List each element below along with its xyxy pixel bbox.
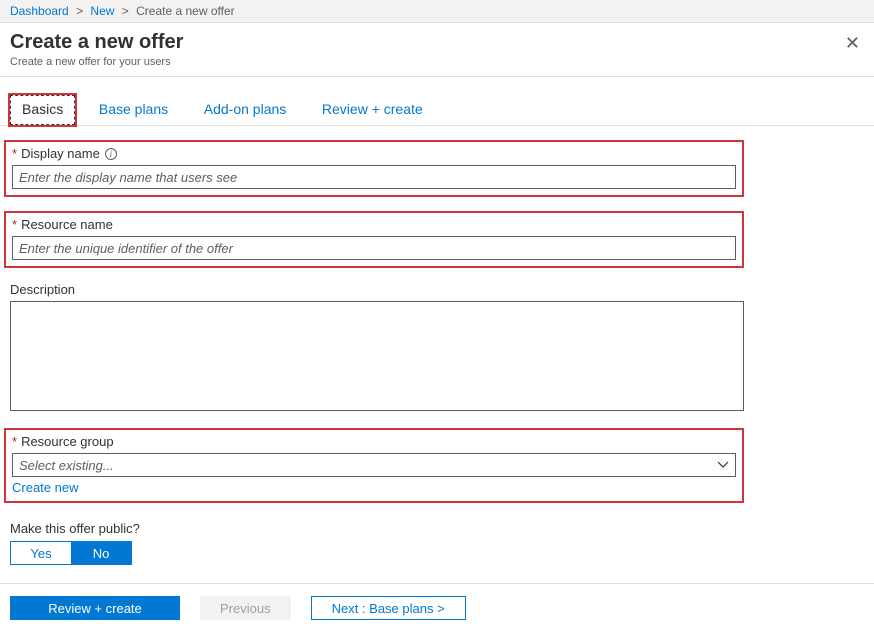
info-icon[interactable]: i — [105, 148, 117, 160]
previous-button: Previous — [200, 596, 291, 620]
breadcrumb-item-dashboard[interactable]: Dashboard — [10, 4, 69, 18]
toggle-yes[interactable]: Yes — [11, 542, 71, 564]
page-header: Create a new offer Create a new offer fo… — [0, 23, 874, 77]
public-toggle: Yes No — [10, 541, 132, 565]
page-title: Create a new offer — [10, 31, 864, 54]
tab-addon-plans[interactable]: Add-on plans — [192, 95, 299, 125]
page-subtitle: Create a new offer for your users — [10, 56, 864, 68]
create-new-link[interactable]: Create new — [12, 480, 78, 495]
resource-group-label: * Resource group — [12, 434, 736, 449]
close-button[interactable]: ✕ — [845, 33, 860, 54]
required-indicator: * — [12, 217, 17, 232]
review-create-button[interactable]: Review + create — [10, 596, 180, 620]
tab-basics[interactable]: Basics — [10, 95, 75, 125]
make-public-label: Make this offer public? — [10, 521, 864, 536]
display-name-label: * Display name i — [12, 146, 736, 161]
close-icon: ✕ — [845, 33, 860, 53]
display-name-input[interactable] — [12, 165, 736, 189]
tab-base-plans[interactable]: Base plans — [87, 95, 180, 125]
tab-review-create[interactable]: Review + create — [310, 95, 435, 125]
footer-actions: Review + create Previous Next : Base pla… — [0, 583, 874, 632]
next-button[interactable]: Next : Base plans > — [311, 596, 466, 620]
chevron-down-icon — [717, 458, 729, 472]
description-label: Description — [10, 282, 744, 297]
field-description: Description — [10, 282, 744, 414]
breadcrumb-current: Create a new offer — [136, 4, 235, 18]
breadcrumb: Dashboard > New > Create a new offer — [0, 0, 874, 23]
resource-name-label: * Resource name — [12, 217, 736, 232]
field-resource-name: * Resource name — [4, 211, 744, 268]
description-input[interactable] — [10, 301, 744, 411]
field-make-public: Make this offer public? Yes No — [10, 521, 864, 565]
form-basics: * Display name i * Resource name Descrip… — [0, 126, 874, 575]
toggle-no[interactable]: No — [71, 542, 131, 564]
field-resource-group: * Resource group Select existing... Crea… — [4, 428, 744, 503]
tab-bar: Basics Base plans Add-on plans Review + … — [0, 77, 874, 126]
required-indicator: * — [12, 434, 17, 449]
chevron-right-icon: > — [76, 4, 83, 18]
resource-name-input[interactable] — [12, 236, 736, 260]
breadcrumb-item-new[interactable]: New — [90, 4, 114, 18]
field-display-name: * Display name i — [4, 140, 744, 197]
resource-group-placeholder: Select existing... — [19, 458, 114, 473]
resource-group-select[interactable]: Select existing... — [12, 453, 736, 477]
required-indicator: * — [12, 146, 17, 161]
chevron-right-icon: > — [122, 4, 129, 18]
